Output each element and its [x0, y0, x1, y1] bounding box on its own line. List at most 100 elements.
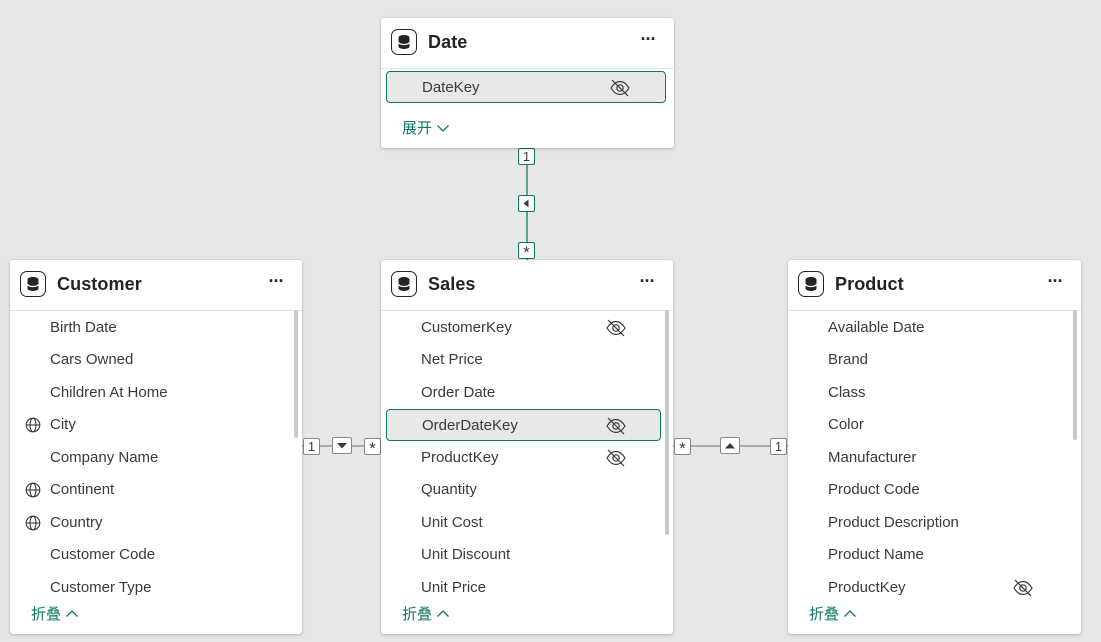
chevron-up-icon — [66, 609, 78, 617]
globe-icon — [25, 515, 41, 531]
field-row-company-name[interactable]: Company Name — [10, 442, 302, 474]
field-row-productkey[interactable]: ProductKey — [788, 572, 1081, 598]
model-diagram-canvas[interactable]: 1 * 1 * * 1 Date ··· DateKey 展开 Customer… — [0, 0, 1101, 642]
sales-many-cardinality-marker-left: * — [364, 438, 381, 458]
field-row-customer-code[interactable]: Customer Code — [10, 539, 302, 571]
field-label: Order Date — [421, 384, 496, 401]
eye-hidden-icon — [1012, 579, 1034, 597]
field-label: Children At Home — [50, 384, 168, 401]
date-table-card[interactable]: Date ··· DateKey 展开 — [381, 18, 674, 148]
more-options-button[interactable]: ··· — [1043, 272, 1067, 296]
field-label: Manufacturer — [828, 449, 917, 466]
field-row-product-name[interactable]: Product Name — [788, 539, 1081, 571]
field-label: Quantity — [421, 481, 477, 498]
collapse-link[interactable]: 折叠 — [809, 603, 857, 624]
field-label: DateKey — [422, 79, 480, 96]
chevron-down-icon — [437, 124, 449, 132]
table-title: Product — [835, 274, 904, 294]
sales-table-card[interactable]: Sales ··· CustomerKey Net Price Order Da… — [381, 260, 673, 634]
field-label: CustomerKey — [421, 319, 512, 336]
collapse-label: 折叠 — [402, 606, 433, 623]
field-row-quantity[interactable]: Quantity — [381, 474, 673, 506]
date-table-header[interactable]: Date ··· — [381, 18, 674, 69]
customer-table-header[interactable]: Customer ··· — [10, 260, 302, 311]
vertical-scrollbar[interactable] — [1073, 310, 1077, 440]
field-row-city[interactable]: City — [10, 409, 302, 441]
field-label: Product Name — [828, 546, 924, 563]
expand-label: 展开 — [402, 120, 433, 137]
field-label: Unit Price — [421, 579, 487, 596]
more-options-button[interactable]: ··· — [636, 30, 660, 54]
field-label: Color — [828, 416, 864, 433]
vertical-scrollbar[interactable] — [665, 310, 669, 535]
field-label: City — [50, 416, 76, 433]
collapse-link[interactable]: 折叠 — [31, 603, 79, 624]
field-label: Cars Owned — [50, 351, 134, 368]
field-label: Unit Discount — [421, 546, 511, 563]
field-row-children-at-home[interactable]: Children At Home — [10, 377, 302, 409]
field-row-unit-discount[interactable]: Unit Discount — [381, 539, 673, 571]
table-icon — [20, 271, 46, 297]
expand-link[interactable]: 展开 — [402, 117, 450, 138]
field-row-customer-type[interactable]: Customer Type — [10, 572, 302, 598]
product-field-list[interactable]: Available Date Brand Class Color Manufac… — [788, 310, 1081, 598]
sales-product-filter-direction-icon[interactable] — [720, 437, 740, 454]
field-label: Available Date — [828, 319, 925, 336]
vertical-scrollbar[interactable] — [294, 310, 298, 438]
field-label: Birth Date — [50, 319, 117, 336]
date-sales-filter-direction-icon[interactable] — [518, 195, 535, 212]
table-icon — [391, 271, 417, 297]
sales-many-cardinality-marker-right: * — [674, 438, 691, 458]
field-label: Customer Type — [50, 579, 152, 596]
field-row-product-code[interactable]: Product Code — [788, 474, 1081, 506]
chevron-up-icon — [844, 609, 856, 617]
globe-icon — [25, 482, 41, 498]
field-row-order-date[interactable]: Order Date — [381, 377, 673, 409]
globe-icon — [25, 417, 41, 433]
more-options-button[interactable]: ··· — [635, 272, 659, 296]
field-row-manufacturer[interactable]: Manufacturer — [788, 442, 1081, 474]
eye-hidden-icon — [609, 79, 631, 97]
field-row-birth-date[interactable]: Birth Date — [10, 312, 302, 344]
field-row-available-date[interactable]: Available Date — [788, 312, 1081, 344]
field-row-datekey[interactable]: DateKey — [386, 71, 666, 103]
field-row-brand[interactable]: Brand — [788, 344, 1081, 376]
product-table-card[interactable]: Product ··· Available Date Brand Class C… — [788, 260, 1081, 634]
field-label: Brand — [828, 351, 869, 368]
customer-sales-filter-direction-icon[interactable] — [332, 437, 352, 454]
field-label: Unit Cost — [421, 514, 483, 531]
field-label: OrderDateKey — [422, 417, 518, 434]
product-table-header[interactable]: Product ··· — [788, 260, 1081, 311]
field-label: Product Code — [828, 481, 920, 498]
eye-hidden-icon — [605, 417, 627, 435]
field-row-color[interactable]: Color — [788, 409, 1081, 441]
eye-hidden-icon — [605, 449, 627, 467]
sales-table-header[interactable]: Sales ··· — [381, 260, 673, 311]
collapse-link[interactable]: 折叠 — [402, 603, 450, 624]
eye-hidden-icon — [605, 319, 627, 337]
field-row-product-description[interactable]: Product Description — [788, 507, 1081, 539]
field-row-class[interactable]: Class — [788, 377, 1081, 409]
field-row-net-price[interactable]: Net Price — [381, 344, 673, 376]
field-row-orderdatekey[interactable]: OrderDateKey — [386, 409, 661, 441]
field-row-continent[interactable]: Continent — [10, 474, 302, 506]
field-label: ProductKey — [828, 579, 906, 596]
field-row-unit-price[interactable]: Unit Price — [381, 572, 673, 598]
field-row-customerkey[interactable]: CustomerKey — [381, 312, 673, 344]
chevron-up-icon — [437, 609, 449, 617]
field-label: ProductKey — [421, 449, 499, 466]
field-label: Customer Code — [50, 546, 156, 563]
field-label: Class — [828, 384, 866, 401]
field-row-country[interactable]: Country — [10, 507, 302, 539]
sales-field-list[interactable]: CustomerKey Net Price Order Date OrderDa… — [381, 310, 673, 598]
field-row-unit-cost[interactable]: Unit Cost — [381, 507, 673, 539]
field-row-productkey[interactable]: ProductKey — [381, 442, 673, 474]
table-title: Customer — [57, 274, 142, 294]
collapse-label: 折叠 — [809, 606, 840, 623]
field-label: Continent — [50, 481, 115, 498]
sales-many-cardinality-marker: * — [518, 242, 535, 262]
more-options-button[interactable]: ··· — [264, 272, 288, 296]
customer-table-card[interactable]: Customer ··· Birth Date Cars Owned Child… — [10, 260, 302, 634]
field-row-cars-owned[interactable]: Cars Owned — [10, 344, 302, 376]
customer-field-list[interactable]: Birth Date Cars Owned Children At Home C… — [10, 310, 302, 598]
